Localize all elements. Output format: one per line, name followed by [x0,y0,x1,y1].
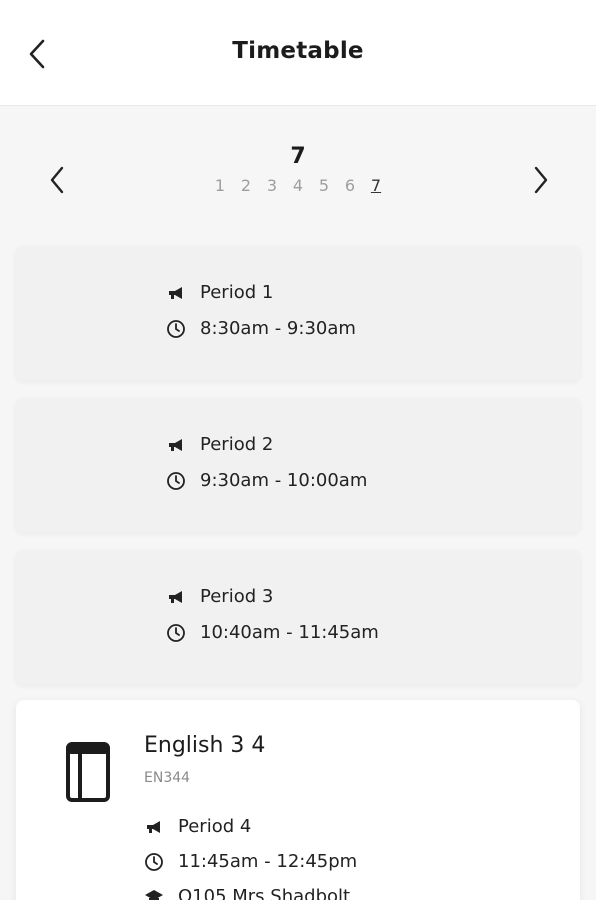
day-option-2[interactable]: 2 [238,176,254,195]
period-time: 11:45am - 12:45pm [178,851,358,872]
period-name: Period 2 [200,434,274,455]
header-bar: Timetable [0,0,596,106]
subject-code: EN344 [144,770,191,786]
next-day-button[interactable] [526,162,556,198]
period-row: Period 3 [166,586,273,607]
day-navigator: 7 1 2 3 4 5 6 7 [0,140,596,210]
clock-icon [166,471,186,491]
period-time: 9:30am - 10:00am [200,470,368,491]
period-name: Period 3 [200,586,274,607]
day-option-5[interactable]: 5 [316,176,332,195]
day-selector: 1 2 3 4 5 6 7 [0,176,596,195]
period-card: Period 2 9:30am - 10:00am [16,398,580,532]
period-name: Period 1 [200,282,274,303]
day-option-4[interactable]: 4 [290,176,306,195]
subject-name: English 3 4 [144,733,266,758]
room-row: Q105 Mrs Shadbolt [144,886,350,900]
period-row: Period 4 [144,816,251,837]
time-row: 11:45am - 12:45pm [144,851,357,872]
time-row: 9:30am - 10:00am [166,470,367,491]
megaphone-icon [144,817,164,837]
time-row: 10:40am - 11:45am [166,622,379,643]
period-row: Period 1 [166,282,273,303]
day-option-6[interactable]: 6 [342,176,358,195]
clock-icon [144,852,164,872]
graduation-cap-icon [144,887,164,900]
room-teacher: Q105 Mrs Shadbolt [178,886,351,900]
period-row: Period 2 [166,434,273,455]
book-icon [66,742,110,802]
megaphone-icon [166,587,186,607]
period-time: 10:40am - 11:45am [200,622,379,643]
chevron-right-icon [534,166,548,194]
page-title: Timetable [232,38,364,64]
megaphone-icon [166,283,186,303]
time-row: 8:30am - 9:30am [166,318,356,339]
clock-icon [166,319,186,339]
megaphone-icon [166,435,186,455]
day-option-7[interactable]: 7 [368,176,384,195]
class-card[interactable]: English 3 4 EN344 Period 4 11:45am - 12:… [16,700,580,900]
period-card: Period 1 8:30am - 9:30am [16,246,580,380]
period-name: Period 4 [178,816,252,837]
period-card: Period 3 10:40am - 11:45am [16,550,580,684]
current-day-number: 7 [290,144,306,169]
clock-icon [166,623,186,643]
day-option-1[interactable]: 1 [212,176,228,195]
day-option-3[interactable]: 3 [264,176,280,195]
period-time: 8:30am - 9:30am [200,318,356,339]
